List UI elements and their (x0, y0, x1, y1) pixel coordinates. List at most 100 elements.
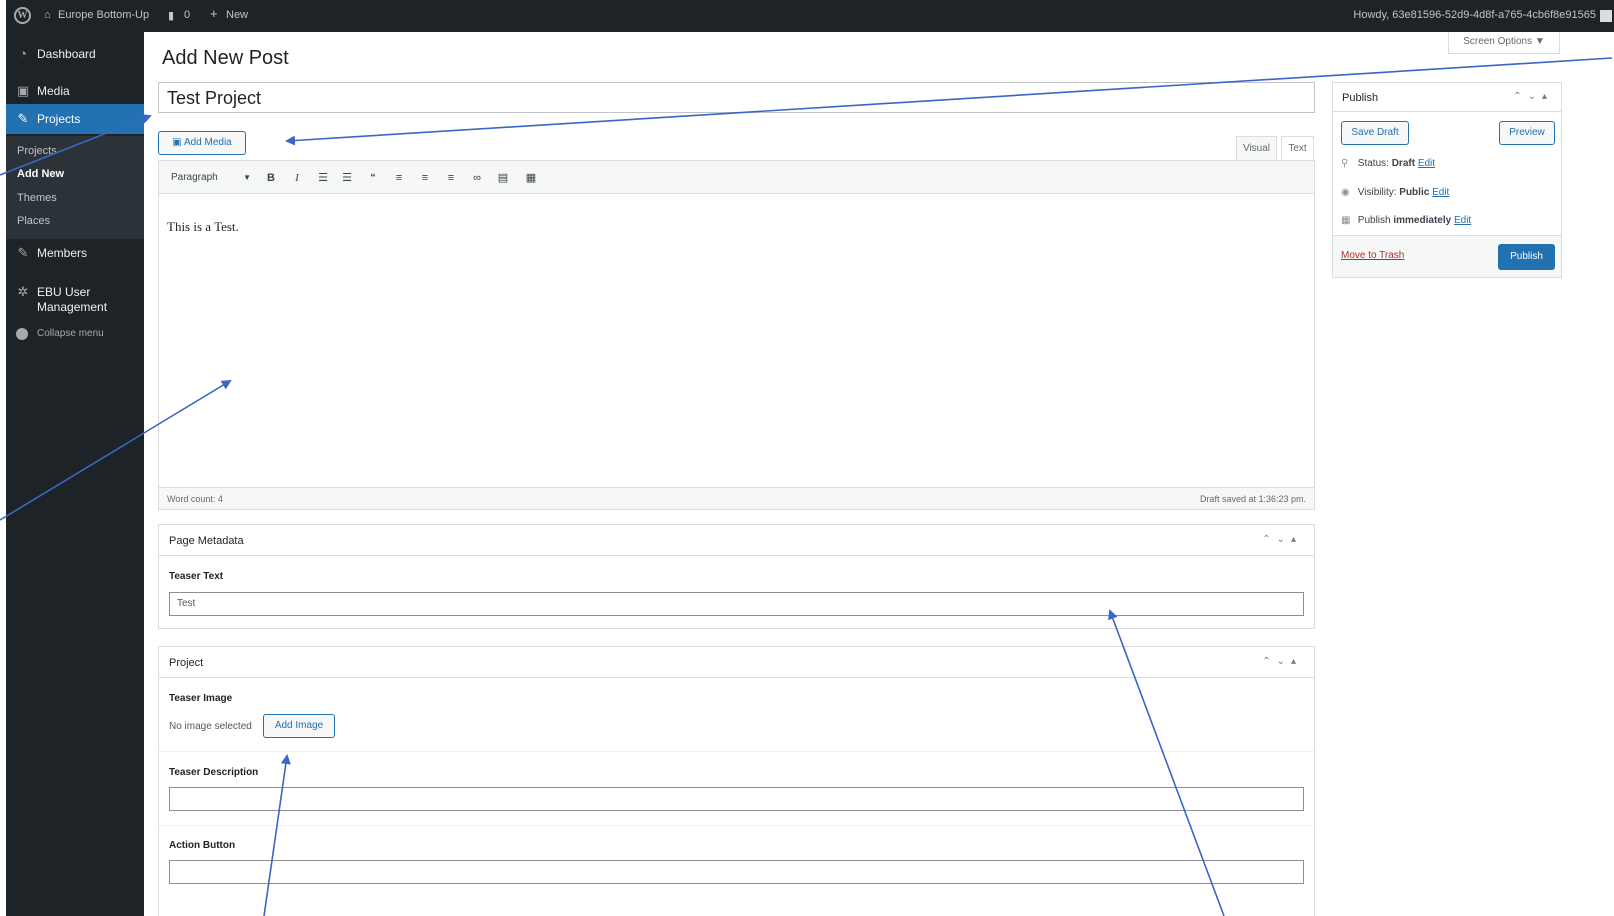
publish-box: Publish ⌃⌄▴ Save Draft Preview ⚲ Status:… (1332, 82, 1562, 278)
postbox-order-handles[interactable]: ⌃⌄▴ (1513, 91, 1553, 102)
read-more-icon[interactable]: ▤ (495, 170, 511, 186)
publish-when-label: Publish (1357, 215, 1391, 226)
teaser-image-label: Teaser Image (169, 693, 233, 704)
teaser-text-label: Teaser Text (169, 571, 224, 582)
sidebar-item-members[interactable]: ✎ Members (6, 238, 144, 268)
collapse-icon (16, 328, 28, 340)
sidebar-item-label: Media (37, 84, 70, 98)
add-media-label: Add Media (183, 137, 232, 148)
action-button-input[interactable] (169, 860, 1304, 884)
teaser-text-input[interactable]: Test (169, 592, 1304, 616)
postbox-header: Publish ⌃⌄▴ (1333, 83, 1561, 112)
format-select-value: Paragraph (171, 172, 218, 183)
toolbar-toggle-icon[interactable]: ▦ (523, 170, 539, 186)
plus-icon[interactable]: + (210, 6, 218, 21)
bulleted-list-icon[interactable]: ☰ (315, 170, 331, 186)
tab-text[interactable]: Text (1281, 136, 1314, 160)
sidebar-item-projects[interactable]: ✎ Projects (6, 104, 144, 134)
dashboard-icon: ◔ (19, 46, 27, 61)
submenu-item-add-new[interactable]: Add New (17, 168, 64, 180)
italic-icon[interactable]: I (289, 170, 305, 186)
comments-count[interactable]: 0 (184, 9, 190, 21)
status-value: Draft (1391, 158, 1416, 169)
post-editor: Paragraph ▼ B I ☰ ☰ “ ≡ ≡ ≡ ∞ ▤ ▦ This i… (158, 160, 1315, 510)
media-icon: ▣ (16, 83, 30, 98)
pin-icon: ⚲ (1341, 158, 1349, 169)
divider (159, 825, 1314, 826)
add-media-button[interactable]: ▣ Add Media (158, 131, 246, 155)
align-right-icon[interactable]: ≡ (443, 170, 459, 186)
postbox-order-handles[interactable]: ⌃⌄▴ (1262, 656, 1302, 667)
align-center-icon[interactable]: ≡ (417, 170, 433, 186)
edit-status-link[interactable]: Edit (1418, 158, 1435, 169)
wordpress-logo-icon[interactable]: W (14, 7, 31, 24)
publish-heading: Publish (1342, 92, 1379, 104)
howdy-user-link[interactable]: Howdy, 63e81596-52d9-4d8f-a765-4cb6f8e91… (1353, 9, 1596, 21)
action-button-label: Action Button (169, 840, 236, 851)
sidebar-item-label: EBU User Management (37, 285, 108, 314)
projects-submenu: Projects Add New Themes Places (6, 136, 144, 239)
format-select[interactable]: Paragraph ▼ (165, 169, 255, 187)
link-icon[interactable]: ∞ (469, 170, 485, 186)
avatar[interactable] (1600, 10, 1612, 22)
admin-sidebar: ◔ Dashboard ▣ Media ✎ Projects Projects … (6, 32, 144, 916)
status-row: ⚲ Status: Draft Edit (1341, 158, 1435, 169)
pin-icon: ✎ (17, 111, 29, 126)
postbox-title: Page Metadata (169, 535, 244, 547)
teaser-description-label: Teaser Description (169, 767, 259, 778)
publish-when-value: immediately (1393, 215, 1452, 226)
sidebar-item-label: Members (37, 246, 88, 260)
sidebar-item-label: Dashboard (37, 47, 96, 61)
screen-options-button[interactable]: Screen Options ▼ (1448, 32, 1560, 54)
home-icon: ⌂ (44, 9, 51, 21)
submenu-item-projects[interactable]: Projects (17, 145, 57, 157)
calendar-icon: ▦ (1341, 215, 1351, 226)
visibility-row: ◉ Visibility: Public Edit (1341, 187, 1449, 198)
visibility-label: Visibility: (1357, 187, 1397, 198)
media-icon: ▣ (172, 137, 182, 148)
status-label: Status: (1357, 158, 1389, 169)
numbered-list-icon[interactable]: ☰ (339, 170, 355, 186)
page-title: Add New Post (162, 47, 289, 69)
align-left-icon[interactable]: ≡ (391, 170, 407, 186)
move-to-trash-link[interactable]: Move to Trash (1341, 250, 1404, 261)
no-image-text: No image selected (169, 721, 252, 732)
teaser-description-input[interactable] (169, 787, 1304, 811)
blockquote-icon[interactable]: “ (365, 170, 381, 186)
visibility-value: Public (1399, 187, 1430, 198)
publish-button[interactable]: Publish (1498, 244, 1555, 270)
submenu-item-themes[interactable]: Themes (17, 192, 57, 204)
eye-icon: ◉ (1341, 187, 1350, 198)
collapse-menu-label: Collapse menu (37, 328, 104, 339)
postbox-title: Project (169, 657, 204, 669)
add-image-button[interactable]: Add Image (263, 714, 335, 738)
post-title-input[interactable]: Test Project (158, 82, 1315, 113)
sidebar-item-ebu-user-management[interactable]: ✲ EBU User Management (6, 282, 144, 318)
sidebar-item-media[interactable]: ▣ Media (6, 76, 144, 106)
page-metadata-box: Page Metadata ⌃⌄▴ Teaser Text Test (158, 524, 1315, 629)
pin-icon: ✎ (17, 245, 29, 260)
postbox-header: Project ⌃⌄▴ (159, 647, 1314, 678)
editor-status-bar: Word count: 4 Draft saved at 1:36:23 pm. (159, 487, 1314, 509)
comment-icon[interactable]: ▮ (168, 9, 174, 22)
gear-icon: ✲ (17, 284, 29, 299)
new-content-link[interactable]: New (226, 9, 248, 21)
edit-schedule-link[interactable]: Edit (1454, 215, 1471, 226)
submenu-item-places[interactable]: Places (17, 215, 50, 227)
tab-visual[interactable]: Visual (1236, 136, 1277, 160)
editor-content[interactable]: This is a Test. (167, 219, 239, 235)
collapse-menu-button[interactable]: Collapse menu (6, 326, 144, 356)
sidebar-item-dashboard[interactable]: ◔ Dashboard (6, 39, 144, 69)
preview-button[interactable]: Preview (1499, 121, 1555, 145)
bold-icon[interactable]: B (263, 170, 279, 186)
chevron-down-icon: ▼ (243, 173, 251, 182)
site-name-link[interactable]: Europe Bottom-Up (58, 9, 149, 21)
project-box: Project ⌃⌄▴ Teaser Image No image select… (158, 646, 1315, 916)
edit-visibility-link[interactable]: Edit (1432, 187, 1449, 198)
schedule-row: ▦ Publish immediately Edit (1341, 215, 1471, 226)
divider (159, 751, 1314, 752)
editor-toolbar: Paragraph ▼ B I ☰ ☰ “ ≡ ≡ ≡ ∞ ▤ ▦ (159, 161, 1314, 194)
postbox-order-handles[interactable]: ⌃⌄▴ (1262, 534, 1302, 545)
postbox-header: Page Metadata ⌃⌄▴ (159, 525, 1314, 556)
save-draft-button[interactable]: Save Draft (1341, 121, 1409, 145)
